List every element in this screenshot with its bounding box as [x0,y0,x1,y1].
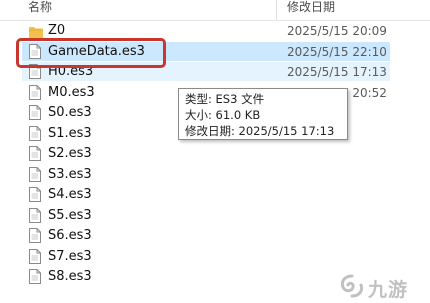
column-header: 名称 修改日期 [0,0,430,21]
swirl-logo-icon [340,274,364,298]
file-icon [29,187,41,202]
column-header-name[interactable]: 名称 [28,0,52,20]
tooltip-type: 类型: ES3 文件 [185,92,265,106]
file-info-tooltip: 类型: ES3 文件 大小: 61.0 KB 修改日期: 2025/5/15 1… [178,88,348,140]
watermark-text: 九游 [368,279,409,301]
file-date: 2025/5/15 17:13 [287,65,387,79]
file-name: S1.es3 [48,125,92,141]
file-name: M0.es3 [48,84,95,100]
file-name: Z0 [48,23,66,38]
file-date: 2025/5/15 20:09 [287,24,387,38]
file-icon [29,105,41,120]
file-row[interactable]: S5.es3 [0,205,430,226]
tooltip-size: 大小: 61.0 KB [185,108,261,122]
file-name: S0.es3 [48,105,92,120]
file-row[interactable]: S2.es3 [0,143,430,164]
folder-icon [29,23,43,38]
file-icon [29,146,41,161]
file-name: S2.es3 [48,146,92,161]
file-name: S4.es3 [48,187,92,202]
file-icon [29,166,41,182]
file-name: S6.es3 [48,228,92,243]
file-icon [29,248,41,264]
file-icon [29,84,41,100]
column-divider[interactable] [276,0,277,20]
file-row[interactable]: S6.es3 [0,225,430,246]
file-name: S3.es3 [48,166,92,182]
file-icon [29,269,41,284]
file-row[interactable]: S3.es3 [0,164,430,185]
file-row[interactable]: S7.es3 [0,246,430,267]
file-row[interactable]: S4.es3 [0,184,430,205]
file-icon [29,125,41,141]
red-highlight-annotation [16,38,166,68]
file-date: 2025/5/15 22:10 [287,44,387,59]
file-name: S8.es3 [48,269,92,284]
watermark-logo: 九游 [338,273,424,301]
column-header-date[interactable]: 修改日期 [287,0,335,20]
file-icon [29,207,41,223]
file-name: S5.es3 [48,207,92,223]
file-icon [29,228,41,243]
file-name: S7.es3 [48,248,92,264]
tooltip-modified: 修改日期: 2025/5/15 17:13 [185,124,335,138]
